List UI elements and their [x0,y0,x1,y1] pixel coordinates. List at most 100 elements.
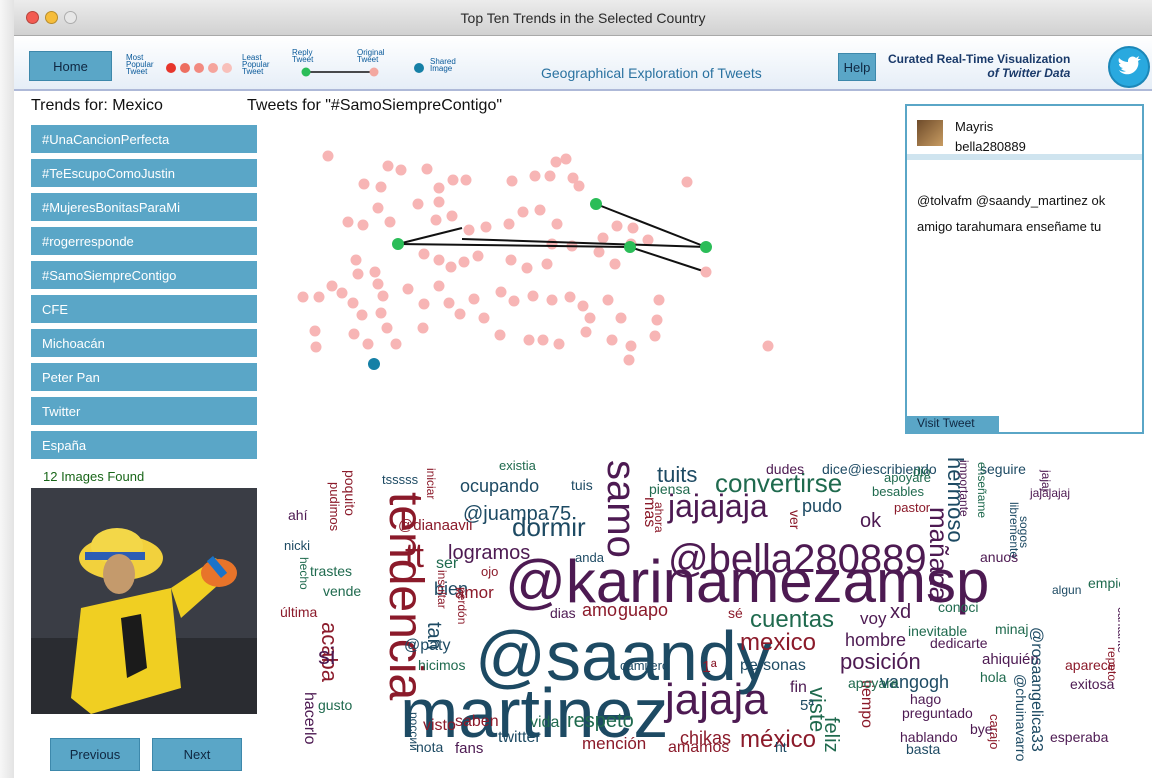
cloud-word[interactable]: jajaj [1039,469,1053,491]
cloud-word[interactable]: vida [530,714,559,731]
previous-button[interactable]: Previous [50,738,140,771]
cloud-word[interactable]: algun [1052,583,1081,597]
trend-button[interactable]: Michoacán [31,329,257,357]
cloud-word[interactable]: última [280,604,318,620]
cloud-word[interactable]: hola [980,669,1007,685]
cloud-word[interactable]: россии [407,712,421,751]
trend-button[interactable]: #MujeresBonitasParaMi [31,193,257,221]
trend-button[interactable]: #rogerresponde [31,227,257,255]
cloud-word[interactable]: dedicarte [930,635,988,651]
cloud-word[interactable]: voy [860,609,887,628]
cloud-word[interactable]: jajaja [663,675,768,724]
cloud-word[interactable]: dio [913,464,930,479]
tweet-dots[interactable] [297,150,774,366]
trend-button[interactable]: #UnaCancionPerfecta [31,125,257,153]
cloud-word[interactable]: minaj [995,621,1028,637]
cloud-word[interactable]: posición [840,649,921,674]
cloud-word[interactable]: saben [455,713,499,730]
cloud-word[interactable]: ojo [481,564,498,579]
cloud-word[interactable]: dudes [766,461,804,477]
cloud-word[interactable]: pastor [894,500,931,515]
cloud-word[interactable]: conoci [938,599,978,615]
cloud-word[interactable]: poquito [342,470,358,516]
cloud-word[interactable]: mexico [740,629,816,656]
trend-button[interactable]: Peter Pan [31,363,257,391]
cloud-word[interactable]: preguntado [902,705,973,721]
cloud-word[interactable]: fans [455,740,483,757]
cloud-word[interactable]: visto [423,717,456,734]
cloud-word[interactable]: sogos [1017,516,1031,548]
cloud-word[interactable]: enseñame [975,462,989,518]
cloud-word[interactable]: pudimos [327,482,342,532]
cloud-word[interactable]: @juampa75 [463,503,571,525]
cloud-word[interactable]: ok [860,510,882,532]
cloud-word[interactable]: nicki [284,538,310,553]
cloud-word[interactable]: @chuinavarro [1013,674,1029,762]
cloud-word[interactable]: empieza [1088,575,1120,591]
cloud-word[interactable]: hacerlo [301,692,318,745]
cloud-word[interactable]: ver [787,510,803,530]
cloud-word[interactable]: vende [323,583,361,599]
trend-button[interactable]: CFE [31,295,257,323]
trend-button[interactable]: Twitter [31,397,257,425]
cloud-word[interactable]: sé [728,605,743,621]
cloud-word[interactable]: mención [582,734,646,753]
cloud-word[interactable]: esperaba [1050,729,1109,745]
cloud-word[interactable]: 1ª [702,659,717,676]
cloud-word[interactable]: @dianaavii [398,517,472,534]
cloud-word[interactable]: fin [790,679,807,696]
cloud-word[interactable]: samo [599,460,643,558]
cloud-word[interactable]: gusto [318,697,352,713]
cloud-word[interactable]: basta [906,741,940,757]
cloud-word[interactable]: amo [582,600,617,620]
trend-button[interactable]: #TeEscupoComoJustin [31,159,257,187]
cloud-word[interactable]: respeto [567,710,634,732]
cloud-word[interactable]: trastes [310,563,352,579]
cloud-word[interactable]: carajo [987,714,1002,749]
cloud-word[interactable]: dias [550,605,576,621]
cloud-word[interactable]: pudo [802,496,842,516]
cloud-word[interactable]: piensa [649,481,690,497]
cloud-word[interactable]: @paty [404,637,450,654]
tweet-scatter-map[interactable] [290,140,790,380]
trend-button[interactable]: #SamoSiempreContigo [31,261,257,289]
cloud-word[interactable]: cantante [1115,607,1120,653]
cloud-word[interactable]: ahí [288,507,308,523]
cloud-word[interactable]: @bella280889 [668,537,927,581]
cloud-word[interactable]: logramos [448,542,530,564]
cloud-word[interactable]: @rosaangelica33 [1028,627,1045,752]
cloud-word[interactable]: tsssss [382,472,419,487]
cloud-word[interactable]: anda [575,550,605,565]
home-button[interactable]: Home [29,51,112,81]
cloud-word[interactable]: hombre [845,630,906,650]
cloud-word[interactable]: ocupando [460,476,539,496]
cloud-word[interactable]: twitter [498,729,541,746]
cloud-word[interactable]: guapo [618,600,668,620]
cloud-word[interactable]: tt [405,537,424,575]
cloud-word[interactable]: ht [775,739,787,755]
cloud-word[interactable]: hicimos [418,657,465,673]
cloud-word[interactable]: camilero [620,658,669,673]
next-button[interactable]: Next [152,738,242,771]
cloud-word[interactable]: xd [890,601,911,623]
cloud-word[interactable]: amamos [668,739,729,756]
cloud-word[interactable]: besables [872,484,925,499]
cloud-word[interactable]: tuis [571,477,593,493]
shared-image-photo[interactable] [31,488,257,714]
cloud-word[interactable]: ahora [652,502,666,533]
cloud-word[interactable]: 5ª [800,697,814,714]
cloud-word[interactable]: anuos [980,549,1018,565]
cloud-word[interactable]: insultar [435,570,449,609]
cloud-word[interactable]: perdón [455,587,469,624]
cloud-word[interactable]: existia [499,458,537,473]
cloud-word[interactable]: hecho [297,557,311,590]
cloud-word[interactable]: importante [957,460,971,517]
cloud-word[interactable]: personas [740,657,806,674]
cloud-word[interactable]: apoyare [848,675,899,691]
trend-button[interactable]: España [31,431,257,459]
help-button[interactable]: Help [838,53,876,81]
shared-image-dot[interactable] [368,358,380,370]
cloud-word[interactable]: iniciar [424,468,438,499]
cloud-word[interactable]: si [318,643,335,670]
visit-tweet-button[interactable]: Visit Tweet [907,416,999,432]
